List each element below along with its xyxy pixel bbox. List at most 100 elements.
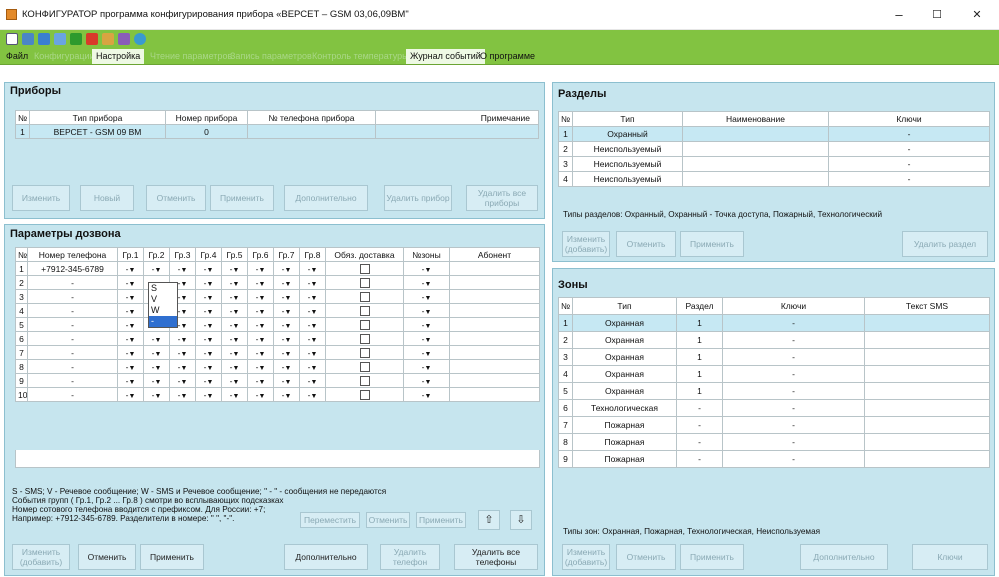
delivery-checkbox-cell[interactable] [325, 303, 404, 318]
table-row[interactable]: 6-- ▼ - ▼ - ▼ - ▼ - ▼ - ▼ - ▼ - ▼ - ▼ [15, 331, 540, 346]
small-cancel-button[interactable]: Отменить [366, 512, 410, 528]
group-select[interactable]: - ▼ [221, 289, 248, 304]
group-select[interactable]: - ▼ [117, 373, 144, 388]
menu-configurations[interactable]: Конфигурации [30, 49, 99, 64]
group-select[interactable]: - ▼ [299, 303, 326, 318]
delivery-checkbox[interactable] [359, 333, 370, 344]
table-row[interactable]: 8-- ▼ - ▼ - ▼ - ▼ - ▼ - ▼ - ▼ - ▼ - ▼ [15, 359, 540, 374]
delivery-checkbox-cell[interactable] [325, 331, 404, 346]
delivery-checkbox-cell[interactable] [325, 289, 404, 304]
phone-more-button[interactable]: Дополнительно [284, 544, 368, 570]
table-row[interactable]: 2 Неиспользуемый - [558, 141, 990, 157]
zone-keys-button[interactable]: Ключи [912, 544, 988, 570]
group-select[interactable]: - ▼ [273, 359, 300, 374]
group-select[interactable]: - ▼ [273, 331, 300, 346]
move-button[interactable]: Переместить [300, 512, 360, 528]
group-select[interactable]: - ▼ [299, 373, 326, 388]
group-select[interactable]: - ▼ [221, 261, 248, 276]
table-row[interactable]: 2 Охранная 1- [558, 331, 990, 349]
group-select[interactable]: - ▼ [247, 261, 274, 276]
group-select[interactable]: - ▼ [143, 387, 170, 402]
group-select[interactable]: - ▼ [195, 275, 222, 290]
dropdown-option[interactable]: - [149, 316, 177, 327]
move-up-icon[interactable]: ⇧ [478, 510, 500, 530]
delivery-checkbox-cell[interactable] [325, 317, 404, 332]
delivery-checkbox-cell[interactable] [325, 275, 404, 290]
table-row[interactable]: 3-- ▼- ▼- ▼- ▼- ▼- ▼- ▼- ▼- ▼ [15, 289, 540, 304]
table-row[interactable]: 9 Пожарная - - [558, 450, 990, 468]
group-select[interactable]: - ▼ [403, 359, 450, 374]
group-select[interactable]: - ▼ [247, 289, 274, 304]
group-select[interactable]: - ▼ [403, 289, 450, 304]
group-select[interactable]: - ▼ [195, 387, 222, 402]
group-select[interactable]: - ▼ [195, 317, 222, 332]
delivery-checkbox[interactable] [359, 305, 370, 316]
group-select[interactable]: - ▼ [169, 331, 196, 346]
group-select[interactable]: - ▼ [221, 345, 248, 360]
section-cancel-button[interactable]: Отменить [616, 231, 676, 257]
group-select[interactable]: - ▼ [403, 317, 450, 332]
group-select[interactable]: - ▼ [169, 359, 196, 374]
delivery-checkbox-cell[interactable] [325, 359, 404, 374]
group-select[interactable]: - ▼ [195, 345, 222, 360]
device-more-button[interactable]: Дополнительно [284, 185, 368, 211]
delivery-checkbox[interactable] [359, 277, 370, 288]
group-select[interactable]: - ▼ [221, 387, 248, 402]
group-select[interactable]: - ▼ [143, 345, 170, 360]
group-select[interactable]: - ▼ [299, 317, 326, 332]
zone-more-button[interactable]: Дополнительно [800, 544, 888, 570]
minimize-button[interactable]: – [884, 6, 914, 24]
device-edit-button[interactable]: Изменить [12, 185, 70, 211]
group-select[interactable]: - ▼ [169, 261, 196, 276]
phone-edit-button[interactable]: Изменить (добавить) [12, 544, 70, 570]
group-select[interactable]: - ▼ [299, 331, 326, 346]
group-select[interactable]: - ▼ [299, 261, 326, 276]
device-icon[interactable] [102, 33, 114, 45]
group-select[interactable]: - ▼ [117, 289, 144, 304]
group-select[interactable]: - ▼ [195, 289, 222, 304]
group-select[interactable]: - ▼ [273, 275, 300, 290]
dropdown-option[interactable]: W [149, 305, 177, 316]
zone-cancel-button[interactable]: Отменить [616, 544, 676, 570]
delivery-checkbox-cell[interactable] [325, 387, 404, 402]
delivery-checkbox[interactable] [359, 291, 370, 302]
group-select[interactable]: - ▼ [169, 345, 196, 360]
group-select[interactable]: - ▼ [403, 373, 450, 388]
group-select[interactable]: - ▼ [221, 275, 248, 290]
menu-write-params[interactable]: Запись параметров [226, 49, 316, 64]
table-row[interactable]: 5-- ▼- ▼- ▼- ▼- ▼- ▼- ▼- ▼- ▼ [15, 317, 540, 332]
group-select[interactable]: - ▼ [299, 387, 326, 402]
group-select[interactable]: - ▼ [117, 303, 144, 318]
group-select[interactable]: - ▼ [221, 303, 248, 318]
group-dropdown-list[interactable]: S V W - [148, 282, 178, 328]
delivery-checkbox[interactable] [359, 375, 370, 386]
table-row[interactable]: 1 Охранная 1- [558, 314, 990, 332]
group-select[interactable]: - ▼ [247, 317, 274, 332]
table-row[interactable]: 5 Охранная 1- [558, 382, 990, 400]
group-select[interactable]: - ▼ [247, 387, 274, 402]
group-select[interactable]: - ▼ [117, 317, 144, 332]
delivery-checkbox[interactable] [359, 347, 370, 358]
maximize-button[interactable]: ☐ [922, 6, 952, 24]
table-row[interactable]: 10- - ▼ - ▼ - ▼ - ▼ - ▼ - ▼ - ▼ - ▼ - ▼ [15, 387, 540, 402]
group-select[interactable]: - ▼ [403, 261, 450, 276]
menu-read-params[interactable]: Чтение параметров [146, 49, 236, 64]
dropdown-option[interactable]: S [149, 283, 177, 294]
close-button[interactable]: ✕ [962, 6, 992, 24]
section-edit-button[interactable]: Изменить (добавить) [562, 231, 610, 257]
group-select[interactable]: - ▼ [195, 261, 222, 276]
group-select[interactable]: - ▼ [403, 387, 450, 402]
group-select[interactable]: - ▼ [169, 373, 196, 388]
device-apply-button[interactable]: Применить [210, 185, 274, 211]
about-icon[interactable] [134, 33, 146, 45]
table-row[interactable]: 1 ВЕРСЕТ - GSM 09 ВМ 0 [15, 124, 539, 139]
group-select[interactable]: - ▼ [273, 373, 300, 388]
group-select[interactable]: - ▼ [247, 331, 274, 346]
group-select[interactable]: - ▼ [273, 387, 300, 402]
table-row[interactable]: 4-- ▼- ▼- ▼- ▼- ▼- ▼- ▼- ▼- ▼ [15, 303, 540, 318]
delete-section-button[interactable]: Удалить раздел [902, 231, 988, 257]
delivery-checkbox[interactable] [359, 319, 370, 330]
group-select[interactable]: - ▼ [273, 261, 300, 276]
group-select[interactable]: - ▼ [143, 261, 170, 276]
table-row[interactable]: 9-- ▼ - ▼ - ▼ - ▼ - ▼ - ▼ - ▼ - ▼ - ▼ [15, 373, 540, 388]
